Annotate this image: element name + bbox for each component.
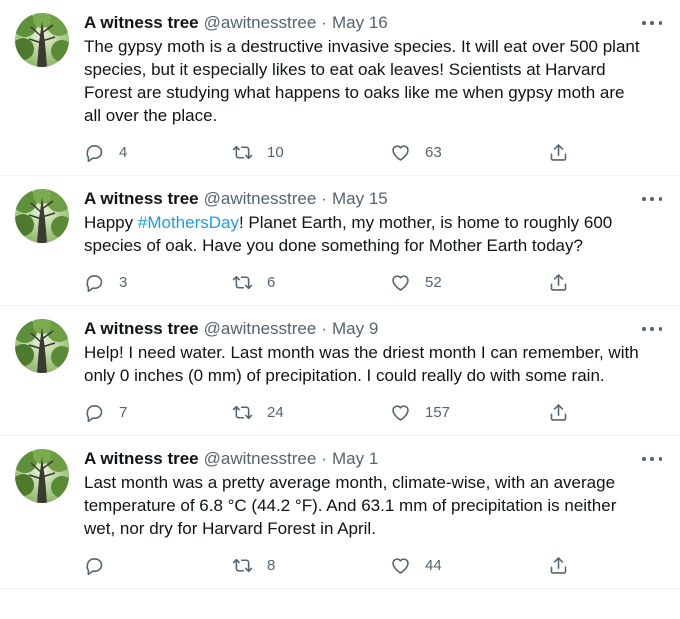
share-icon xyxy=(550,273,567,291)
share-button[interactable] xyxy=(548,555,569,576)
author-name[interactable]: A witness tree xyxy=(84,13,199,33)
heart-icon xyxy=(392,404,409,421)
tweet-date[interactable]: May 1 xyxy=(332,449,378,469)
avatar[interactable] xyxy=(15,449,69,503)
retweet-icon xyxy=(232,275,253,289)
timeline: A witness tree @awitnesstree · May 16 Th… xyxy=(0,0,680,589)
tweet-text: The gypsy moth is a destructive invasive… xyxy=(84,35,664,127)
author-handle[interactable]: @awitnesstree xyxy=(204,13,317,33)
more-icon[interactable] xyxy=(642,320,662,338)
like-count: 157 xyxy=(425,403,451,421)
reply-icon xyxy=(86,404,103,422)
share-icon xyxy=(550,403,567,421)
author-name[interactable]: A witness tree xyxy=(84,319,199,339)
author-handle[interactable]: @awitnesstree xyxy=(204,449,317,469)
retweet-button[interactable]: 24 xyxy=(232,402,390,423)
more-icon[interactable] xyxy=(642,14,662,32)
tweet-actions: 3 6 52 xyxy=(84,271,664,293)
tweet-text: Happy #MothersDay! Planet Earth, my moth… xyxy=(84,211,664,257)
tweet[interactable]: A witness tree @awitnesstree · May 16 Th… xyxy=(0,0,680,176)
tweet-header: A witness tree @awitnesstree · May 15 xyxy=(84,188,664,210)
tweet-actions: 8 44 xyxy=(84,554,664,576)
separator: · xyxy=(321,189,328,208)
share-icon xyxy=(550,556,567,574)
text-part: The gypsy moth is a destructive invasive… xyxy=(84,37,645,125)
retweet-button[interactable]: 10 xyxy=(232,142,390,163)
author-name[interactable]: A witness tree xyxy=(84,449,199,469)
tree-avatar-icon xyxy=(15,13,69,67)
tweet[interactable]: A witness tree @awitnesstree · May 9 Hel… xyxy=(0,306,680,436)
text-part: Happy xyxy=(84,213,138,232)
heart-icon xyxy=(392,557,409,574)
heart-icon xyxy=(392,144,409,161)
text-part: Last month was a pretty average month, c… xyxy=(84,473,622,538)
retweet-icon xyxy=(232,405,253,419)
reply-count: 7 xyxy=(119,403,128,421)
tweet-header: A witness tree @awitnesstree · May 16 xyxy=(84,12,664,34)
author-handle[interactable]: @awitnesstree xyxy=(204,319,317,339)
tweet-actions: 7 24 157 xyxy=(84,401,664,423)
tweet-text: Help! I need water. Last month was the d… xyxy=(84,341,664,387)
retweet-count: 10 xyxy=(267,143,284,161)
tweet-actions: 4 10 63 xyxy=(84,141,664,163)
like-button[interactable]: 52 xyxy=(390,272,548,293)
tweet-date[interactable]: May 16 xyxy=(332,13,388,33)
tweet-header: A witness tree @awitnesstree · May 1 xyxy=(84,448,664,470)
separator: · xyxy=(321,449,328,468)
author-name[interactable]: A witness tree xyxy=(84,189,199,209)
like-button[interactable]: 63 xyxy=(390,142,548,163)
tweet[interactable]: A witness tree @awitnesstree · May 15 Ha… xyxy=(0,176,680,306)
like-count: 44 xyxy=(425,556,442,574)
more-icon[interactable] xyxy=(642,190,662,208)
retweet-icon xyxy=(232,145,253,159)
tree-avatar-icon xyxy=(15,449,69,503)
reply-count: 3 xyxy=(119,273,128,291)
separator: · xyxy=(321,319,328,338)
avatar[interactable] xyxy=(15,319,69,373)
author-handle[interactable]: @awitnesstree xyxy=(204,189,317,209)
more-icon[interactable] xyxy=(642,450,662,468)
tweet-text: Last month was a pretty average month, c… xyxy=(84,471,664,540)
share-button[interactable] xyxy=(548,402,569,423)
retweet-button[interactable]: 8 xyxy=(232,555,390,576)
tweet-header: A witness tree @awitnesstree · May 9 xyxy=(84,318,664,340)
reply-count: 4 xyxy=(119,143,128,161)
like-count: 63 xyxy=(425,143,442,161)
reply-icon xyxy=(86,557,103,575)
reply-button[interactable]: 4 xyxy=(84,142,232,163)
retweet-icon xyxy=(232,558,253,572)
like-button[interactable]: 44 xyxy=(390,555,548,576)
heart-icon xyxy=(392,274,409,291)
reply-button[interactable]: 3 xyxy=(84,272,232,293)
reply-button[interactable]: 7 xyxy=(84,402,232,423)
share-icon xyxy=(550,143,567,161)
reply-icon xyxy=(86,144,103,162)
share-button[interactable] xyxy=(548,142,569,163)
tweet[interactable]: A witness tree @awitnesstree · May 1 Las… xyxy=(0,436,680,589)
share-button[interactable] xyxy=(548,272,569,293)
retweet-count: 24 xyxy=(267,403,284,421)
hashtag-link[interactable]: #MothersDay xyxy=(138,213,239,232)
retweet-count: 8 xyxy=(267,556,276,574)
avatar[interactable] xyxy=(15,189,69,243)
retweet-count: 6 xyxy=(267,273,276,291)
separator: · xyxy=(321,13,328,32)
tweet-date[interactable]: May 15 xyxy=(332,189,388,209)
reply-icon xyxy=(86,274,103,292)
tree-avatar-icon xyxy=(15,189,69,243)
reply-button[interactable] xyxy=(84,555,232,576)
tweet-date[interactable]: May 9 xyxy=(332,319,378,339)
avatar[interactable] xyxy=(15,13,69,67)
like-button[interactable]: 157 xyxy=(390,402,548,423)
retweet-button[interactable]: 6 xyxy=(232,272,390,293)
like-count: 52 xyxy=(425,273,442,291)
tree-avatar-icon xyxy=(15,319,69,373)
text-part: Help! I need water. Last month was the d… xyxy=(84,343,644,385)
